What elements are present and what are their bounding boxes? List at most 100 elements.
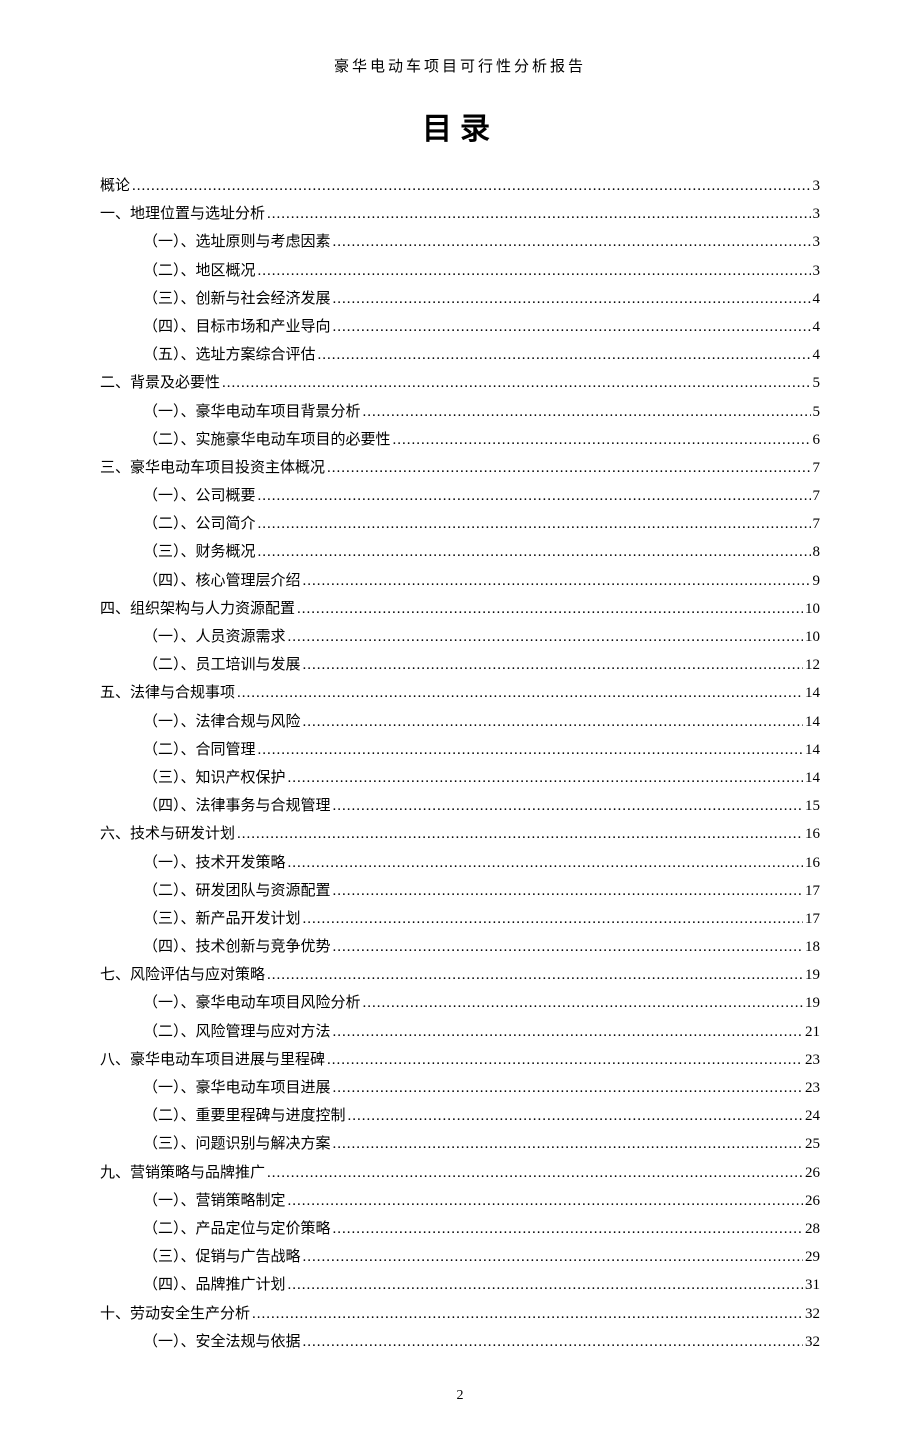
toc-entry[interactable]: （一）、人员资源需求10 xyxy=(100,623,820,651)
toc-entry[interactable]: （二）、研发团队与资源配置17 xyxy=(100,877,820,905)
toc-entry[interactable]: （一）、豪华电动车项目背景分析5 xyxy=(100,398,820,426)
toc-entry[interactable]: （二）、实施豪华电动车项目的必要性 6 xyxy=(100,426,820,454)
toc-entry[interactable]: （三）、知识产权保护14 xyxy=(100,764,820,792)
toc-leader-dots xyxy=(333,1215,803,1243)
toc-entry[interactable]: （一）、营销策略制定 26 xyxy=(100,1187,820,1215)
toc-leader-dots xyxy=(258,257,811,285)
toc-label: 概论 xyxy=(100,172,130,200)
toc-label: （二）、地区概况 xyxy=(143,257,256,285)
toc-label: （二）、风险管理与应对方法 xyxy=(143,1018,331,1046)
toc-entry[interactable]: 六、技术与研发计划 16 xyxy=(100,820,820,848)
toc-leader-dots xyxy=(303,651,803,679)
toc-label: 九、营销策略与品牌推广 xyxy=(100,1159,265,1187)
toc-page-number: 14 xyxy=(805,679,820,707)
toc-label: （二）、实施豪华电动车项目的必要性 xyxy=(143,426,391,454)
toc-entry[interactable]: 三、豪华电动车项目投资主体概况7 xyxy=(100,454,820,482)
toc-entry[interactable]: 五、法律与合规事项 14 xyxy=(100,679,820,707)
toc-label: （一）、公司概要 xyxy=(143,482,256,510)
toc-entry[interactable]: （一）、选址原则与考虑因素3 xyxy=(100,228,820,256)
toc-leader-dots xyxy=(237,679,803,707)
toc-entry[interactable]: 概论 3 xyxy=(100,172,820,200)
toc-leader-dots xyxy=(288,1187,803,1215)
toc-entry[interactable]: （二）、产品定位与定价策略 28 xyxy=(100,1215,820,1243)
toc-entry[interactable]: （三）、问题识别与解决方案25 xyxy=(100,1130,820,1158)
toc-leader-dots xyxy=(303,905,803,933)
toc-entry[interactable]: （一）、法律合规与风险14 xyxy=(100,708,820,736)
toc-page-number: 3 xyxy=(813,257,821,285)
toc-label: 二、背景及必要性 xyxy=(100,369,220,397)
toc-entry[interactable]: （一）、公司概要7 xyxy=(100,482,820,510)
toc-label: （一）、人员资源需求 xyxy=(143,623,286,651)
toc-entry[interactable]: 九、营销策略与品牌推广26 xyxy=(100,1159,820,1187)
toc-entry[interactable]: 四、组织架构与人力资源配置10 xyxy=(100,595,820,623)
toc-label: （三）、促销与广告战略 xyxy=(143,1243,301,1271)
toc-page-number: 5 xyxy=(813,398,821,426)
toc-entry[interactable]: （五）、选址方案综合评估4 xyxy=(100,341,820,369)
toc-entry[interactable]: （四）、目标市场和产业导向 4 xyxy=(100,313,820,341)
toc-label: 一、地理位置与选址分析 xyxy=(100,200,265,228)
toc-entry[interactable]: （二）、风险管理与应对方法 21 xyxy=(100,1018,820,1046)
toc-page-number: 7 xyxy=(813,510,821,538)
toc-entry[interactable]: 十、劳动安全生产分析32 xyxy=(100,1300,820,1328)
toc-page-number: 16 xyxy=(805,820,820,848)
toc-label: （四）、目标市场和产业导向 xyxy=(143,313,331,341)
toc-entry[interactable]: （二）、员工培训与发展 12 xyxy=(100,651,820,679)
toc-page-number: 26 xyxy=(805,1187,820,1215)
toc-page-number: 21 xyxy=(805,1018,820,1046)
toc-page-number: 18 xyxy=(805,933,820,961)
toc-leader-dots xyxy=(303,1243,803,1271)
toc-page-number: 3 xyxy=(813,172,821,200)
toc-label: （四）、核心管理层介绍 xyxy=(143,567,301,595)
toc-page-number: 8 xyxy=(813,538,821,566)
toc-entry[interactable]: 七、风险评估与应对策略19 xyxy=(100,961,820,989)
toc-entry[interactable]: （一）、豪华电动车项目风险分析19 xyxy=(100,989,820,1017)
toc-leader-dots xyxy=(303,567,811,595)
toc-leader-dots xyxy=(333,1018,803,1046)
toc-leader-dots xyxy=(267,1159,803,1187)
toc-entry[interactable]: 二、背景及必要性 5 xyxy=(100,369,820,397)
toc-entry[interactable]: （一）、安全法规与依据32 xyxy=(100,1328,820,1356)
toc-entry[interactable]: （四）、技术创新与竞争优势 18 xyxy=(100,933,820,961)
toc-entry[interactable]: （四）、核心管理层介绍9 xyxy=(100,567,820,595)
toc-page-number: 12 xyxy=(805,651,820,679)
toc-entry[interactable]: （二）、公司简介7 xyxy=(100,510,820,538)
toc-leader-dots xyxy=(237,820,803,848)
toc-label: 三、豪华电动车项目投资主体概况 xyxy=(100,454,325,482)
toc-page-number: 6 xyxy=(813,426,821,454)
toc-leader-dots xyxy=(348,1102,803,1130)
toc-entry[interactable]: （二）、合同管理 14 xyxy=(100,736,820,764)
toc-page-number: 28 xyxy=(805,1215,820,1243)
toc-entry[interactable]: （二）、重要里程碑与进度控制24 xyxy=(100,1102,820,1130)
toc-entry[interactable]: 八、豪华电动车项目进展与里程碑23 xyxy=(100,1046,820,1074)
toc-label: （三）、新产品开发计划 xyxy=(143,905,301,933)
toc-entry[interactable]: （一）、技术开发策略16 xyxy=(100,849,820,877)
toc-leader-dots xyxy=(333,877,803,905)
toc-label: （二）、产品定位与定价策略 xyxy=(143,1215,331,1243)
toc-label: 四、组织架构与人力资源配置 xyxy=(100,595,295,623)
toc-page-number: 31 xyxy=(805,1271,820,1299)
toc-label: （二）、员工培训与发展 xyxy=(143,651,301,679)
toc-leader-dots xyxy=(333,313,811,341)
toc-page-number: 23 xyxy=(805,1074,820,1102)
toc-entry[interactable]: （三）、促销与广告战略29 xyxy=(100,1243,820,1271)
toc-entry[interactable]: （一）、豪华电动车项目进展23 xyxy=(100,1074,820,1102)
toc-label: （三）、知识产权保护 xyxy=(143,764,286,792)
toc-entry[interactable]: （四）、品牌推广计划31 xyxy=(100,1271,820,1299)
toc-entry[interactable]: （三）、创新与社会经济发展4 xyxy=(100,285,820,313)
toc-leader-dots xyxy=(252,1300,803,1328)
toc-leader-dots xyxy=(333,933,803,961)
toc-label: （一）、营销策略制定 xyxy=(143,1187,286,1215)
toc-leader-dots xyxy=(333,285,811,313)
toc-label: （三）、问题识别与解决方案 xyxy=(143,1130,331,1158)
table-of-contents: 概论3一、地理位置与选址分析3（一）、选址原则与考虑因素3（二）、地区概况3（三… xyxy=(100,172,820,1356)
toc-leader-dots xyxy=(327,1046,803,1074)
toc-page-number: 14 xyxy=(805,736,820,764)
toc-entry[interactable]: （四）、法律事务与合规管理15 xyxy=(100,792,820,820)
toc-page-number: 4 xyxy=(813,313,821,341)
toc-leader-dots xyxy=(333,1130,803,1158)
toc-entry[interactable]: 一、地理位置与选址分析3 xyxy=(100,200,820,228)
toc-entry[interactable]: （三）、新产品开发计划17 xyxy=(100,905,820,933)
toc-label: （四）、技术创新与竞争优势 xyxy=(143,933,331,961)
toc-entry[interactable]: （二）、地区概况 3 xyxy=(100,257,820,285)
toc-entry[interactable]: （三）、财务概况8 xyxy=(100,538,820,566)
